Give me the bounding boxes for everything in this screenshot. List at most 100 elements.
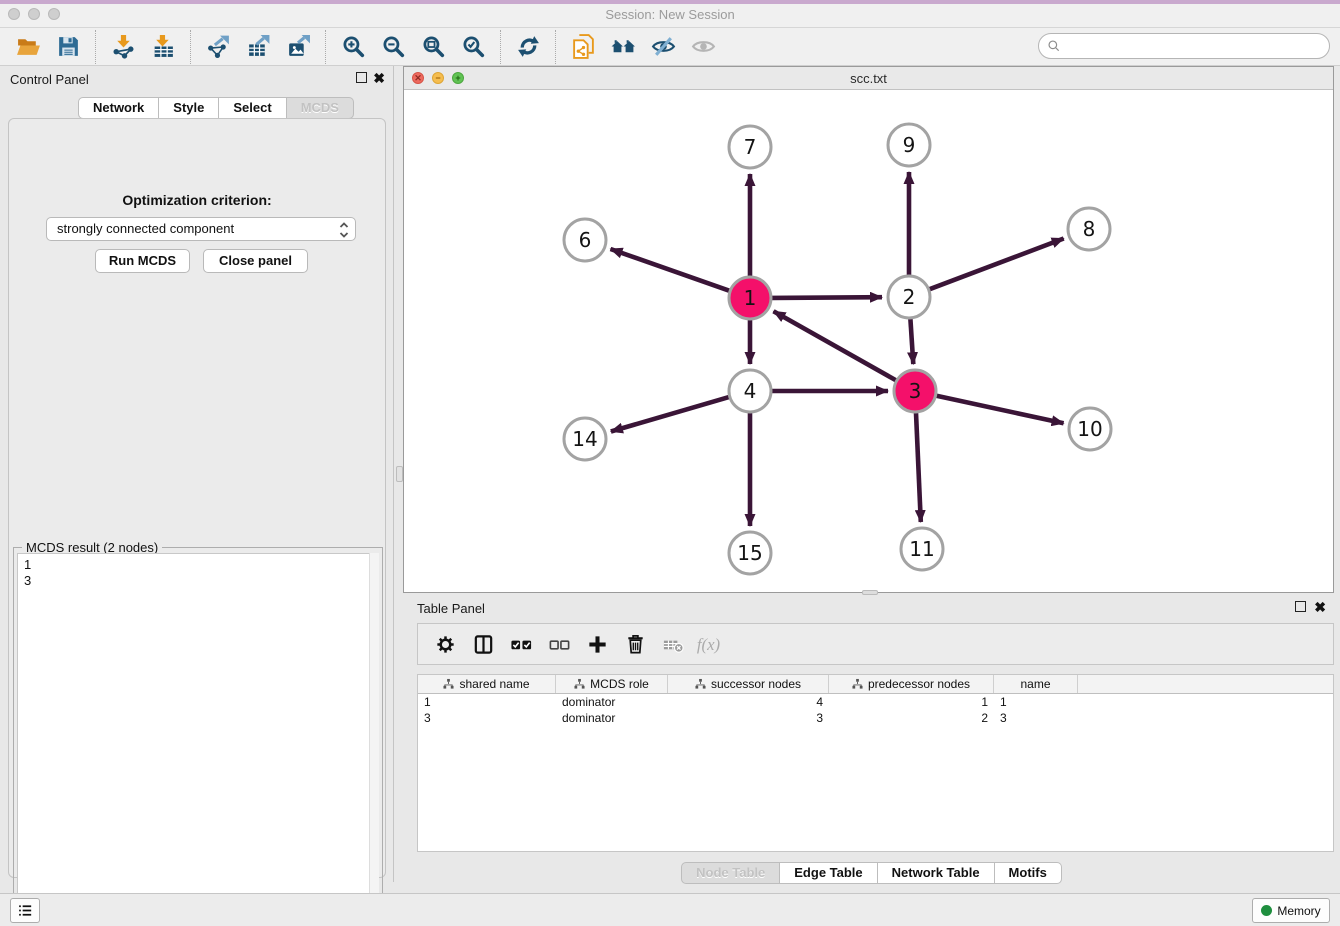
tab-mcds[interactable]: MCDS bbox=[287, 97, 354, 119]
float-table-panel-icon[interactable] bbox=[1295, 601, 1306, 612]
table-row[interactable]: 3dominator323 bbox=[418, 710, 1333, 726]
deselect-all-icon bbox=[548, 633, 571, 656]
cell-shared-name[interactable]: 1 bbox=[418, 694, 556, 710]
deselect-all-button[interactable] bbox=[544, 629, 574, 659]
tab-style[interactable]: Style bbox=[159, 97, 219, 119]
control-panel-title: Control Panel bbox=[10, 72, 89, 87]
memory-status-icon bbox=[1261, 905, 1272, 916]
tab-network[interactable]: Network bbox=[78, 97, 159, 119]
import-network-button[interactable] bbox=[105, 32, 141, 62]
node-15[interactable]: 15 bbox=[729, 532, 771, 574]
first-neighbors-button[interactable] bbox=[605, 32, 641, 62]
cell-predecessor-nodes[interactable]: 1 bbox=[829, 694, 994, 710]
import-table-button[interactable] bbox=[145, 32, 181, 62]
function-builder-button: f(x) bbox=[696, 629, 726, 659]
table-header-row: shared nameMCDS rolesuccessor nodesprede… bbox=[418, 675, 1333, 694]
tab-select[interactable]: Select bbox=[219, 97, 286, 119]
zoom-out-button[interactable] bbox=[375, 32, 411, 62]
list-icon bbox=[17, 902, 34, 919]
select-all-button[interactable] bbox=[506, 629, 536, 659]
column-header-shared-name[interactable]: shared name bbox=[418, 675, 556, 693]
edge-3-1[interactable] bbox=[774, 311, 896, 380]
node-11[interactable]: 11 bbox=[901, 528, 943, 570]
export-image-button[interactable] bbox=[280, 32, 316, 62]
node-9[interactable]: 9 bbox=[888, 124, 930, 166]
task-history-button[interactable] bbox=[10, 898, 40, 923]
window-title: Session: New Session bbox=[0, 7, 1340, 22]
node-1[interactable]: 1 bbox=[729, 277, 771, 319]
float-panel-icon[interactable] bbox=[356, 72, 367, 83]
cell-MCDS-role[interactable]: dominator bbox=[556, 710, 668, 726]
table-tab-network-table[interactable]: Network Table bbox=[878, 862, 995, 884]
column-header-successor-nodes[interactable]: successor nodes bbox=[668, 675, 829, 693]
edge-1-2[interactable] bbox=[772, 297, 882, 298]
close-table-panel-icon[interactable]: ✖ bbox=[1314, 601, 1326, 613]
network-view-window: ✕ − + scc.txt 1 2 3 4 6 7 8 9 10 11 14 15 bbox=[403, 66, 1334, 593]
svg-text:9: 9 bbox=[903, 133, 916, 157]
zoom-fit-button[interactable] bbox=[415, 32, 451, 62]
table-settings-button[interactable] bbox=[430, 629, 460, 659]
hide-selected-button[interactable] bbox=[645, 32, 681, 62]
zoom-in-button[interactable] bbox=[335, 32, 371, 62]
node-4[interactable]: 4 bbox=[729, 370, 771, 412]
save-session-button[interactable] bbox=[50, 32, 86, 62]
node-14[interactable]: 14 bbox=[564, 418, 606, 460]
column-header-predecessor-nodes[interactable]: predecessor nodes bbox=[829, 675, 994, 693]
network-window-titlebar[interactable]: ✕ − + scc.txt bbox=[404, 67, 1333, 90]
column-header-MCDS-role[interactable]: MCDS role bbox=[556, 675, 668, 693]
new-network-from-selection-button[interactable] bbox=[565, 32, 601, 62]
node-3[interactable]: 3 bbox=[894, 370, 936, 412]
cell-name[interactable]: 3 bbox=[994, 710, 1078, 726]
node-10[interactable]: 10 bbox=[1069, 408, 1111, 450]
delete-rows-button[interactable] bbox=[620, 629, 650, 659]
column-selector-button[interactable] bbox=[468, 629, 498, 659]
add-row-button[interactable] bbox=[582, 629, 612, 659]
cell-successor-nodes[interactable]: 4 bbox=[668, 694, 829, 710]
toolbar-separator bbox=[555, 30, 556, 64]
edge-3-11[interactable] bbox=[916, 413, 921, 522]
mcds-result-text[interactable]: 1 3 bbox=[17, 553, 379, 926]
edge-4-14[interactable] bbox=[611, 397, 729, 431]
export-table-button[interactable] bbox=[240, 32, 276, 62]
export-network-button[interactable] bbox=[200, 32, 236, 62]
result-scrollbar[interactable] bbox=[369, 553, 379, 926]
network-canvas[interactable]: 1 2 3 4 6 7 8 9 10 11 14 15 bbox=[404, 90, 1333, 592]
cell-successor-nodes[interactable]: 3 bbox=[668, 710, 829, 726]
close-panel-icon[interactable]: ✖ bbox=[373, 72, 385, 84]
column-header-name[interactable]: name bbox=[994, 675, 1078, 693]
node-2[interactable]: 2 bbox=[888, 276, 930, 318]
edge-2-8[interactable] bbox=[930, 239, 1064, 290]
svg-text:1: 1 bbox=[744, 286, 757, 310]
run-mcds-button[interactable]: Run MCDS bbox=[95, 249, 190, 273]
svg-text:7: 7 bbox=[744, 135, 757, 159]
apply-layout-button[interactable] bbox=[510, 32, 546, 62]
cell-shared-name[interactable]: 3 bbox=[418, 710, 556, 726]
criterion-dropdown[interactable]: strongly connected component bbox=[46, 217, 356, 241]
search-box[interactable] bbox=[1038, 33, 1330, 59]
cell-MCDS-role[interactable]: dominator bbox=[556, 694, 668, 710]
memory-label: Memory bbox=[1277, 904, 1320, 918]
edge-2-3[interactable] bbox=[910, 319, 913, 364]
cell-predecessor-nodes[interactable]: 2 bbox=[829, 710, 994, 726]
table-tab-motifs[interactable]: Motifs bbox=[995, 862, 1062, 884]
cell-name[interactable]: 1 bbox=[994, 694, 1078, 710]
close-panel-button[interactable]: Close panel bbox=[203, 249, 308, 273]
main-titlebar: Session: New Session bbox=[0, 0, 1340, 28]
table-tab-edge-table[interactable]: Edge Table bbox=[780, 862, 877, 884]
add-row-icon bbox=[586, 633, 609, 656]
edge-3-10[interactable] bbox=[937, 396, 1064, 424]
svg-text:11: 11 bbox=[909, 537, 934, 561]
search-input[interactable] bbox=[1066, 39, 1329, 54]
memory-button[interactable]: Memory bbox=[1252, 898, 1330, 923]
zoom-selected-button[interactable] bbox=[455, 32, 491, 62]
node-6[interactable]: 6 bbox=[564, 219, 606, 261]
svg-text:2: 2 bbox=[903, 285, 916, 309]
node-8[interactable]: 8 bbox=[1068, 208, 1110, 250]
split-divider-handle[interactable] bbox=[396, 466, 403, 482]
delete-table-icon bbox=[662, 633, 685, 656]
node-7[interactable]: 7 bbox=[729, 126, 771, 168]
table-tab-node-table[interactable]: Node Table bbox=[681, 862, 780, 884]
table-row[interactable]: 1dominator411 bbox=[418, 694, 1333, 710]
open-session-button[interactable] bbox=[10, 32, 46, 62]
edge-1-6[interactable] bbox=[611, 249, 730, 291]
